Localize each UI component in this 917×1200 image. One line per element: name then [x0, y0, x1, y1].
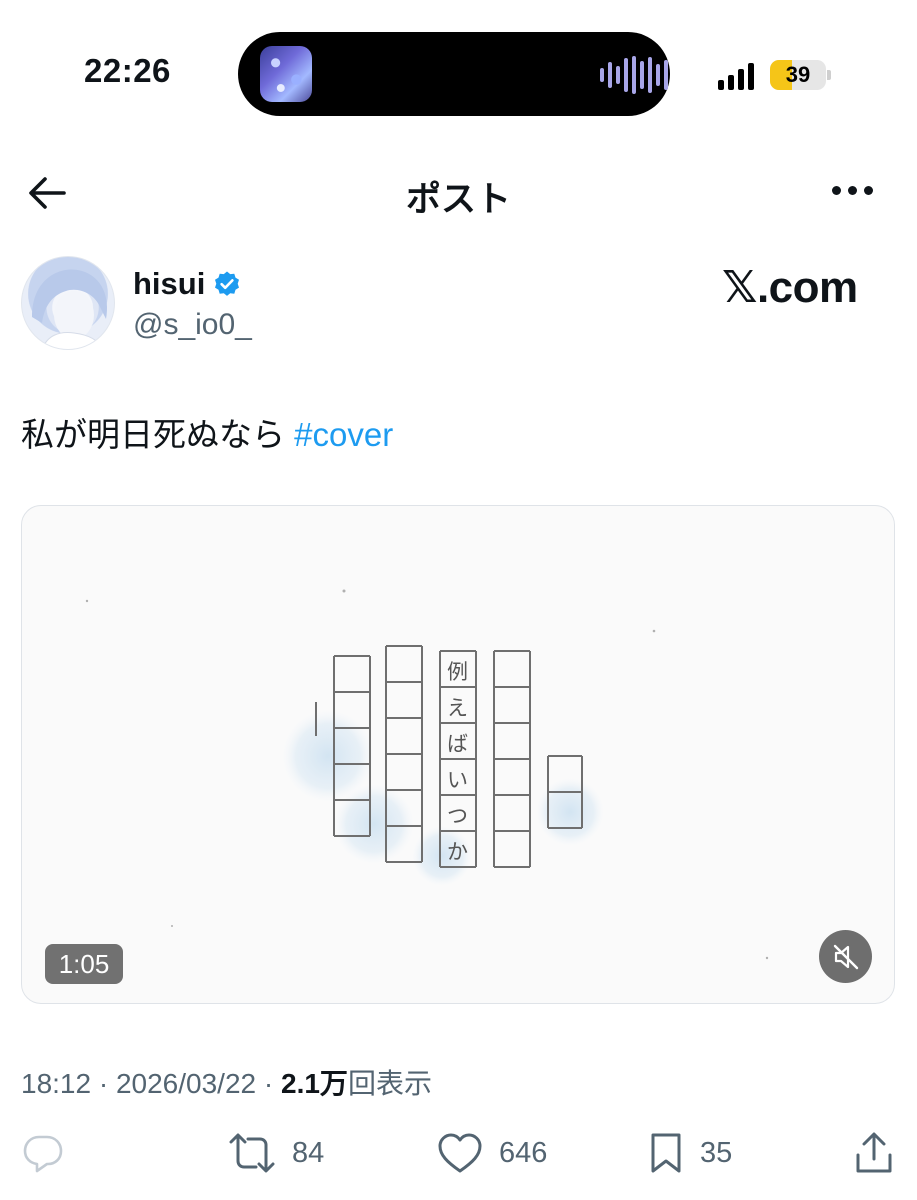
- now-playing-artwork[interactable]: [260, 46, 312, 102]
- avatar-illustration: [32, 269, 107, 349]
- battery-level: 39: [785, 62, 811, 87]
- heart-icon: [438, 1133, 482, 1173]
- bookmark-icon: [651, 1133, 681, 1173]
- more-dot: [864, 186, 873, 195]
- video-player[interactable]: 例えばいつか 1:05: [21, 505, 895, 1004]
- battery-icon: 39: [770, 60, 826, 90]
- reply-button[interactable]: [21, 1130, 65, 1176]
- lyric-char: ば: [447, 732, 468, 756]
- avatar[interactable]: [21, 256, 115, 350]
- verified-badge-icon: [215, 271, 239, 296]
- post-meta: 18:12 · 2026/03/22 · 2.1万回表示: [21, 1062, 432, 1102]
- cellular-signal-icon: [718, 60, 754, 90]
- mute-toggle-button[interactable]: [819, 930, 872, 983]
- speaker-muted-icon: [833, 944, 858, 969]
- views-label: 回表示: [347, 1068, 432, 1099]
- more-dot: [832, 186, 841, 195]
- hashtag-link[interactable]: #cover: [294, 416, 393, 453]
- post-text: 私が明日死ぬなら #cover: [21, 408, 393, 456]
- like-count: 646: [499, 1136, 548, 1169]
- share-button[interactable]: [854, 1130, 894, 1176]
- audio-waveform-icon: [600, 56, 668, 94]
- lyric-char: つ: [447, 804, 468, 828]
- reply-icon: [23, 1135, 63, 1173]
- lyric-char: か: [447, 840, 468, 864]
- share-icon: [856, 1132, 892, 1173]
- bookmark-button[interactable]: 35: [648, 1130, 732, 1176]
- x-com-watermark: 𝕏.com: [722, 263, 858, 312]
- author-name[interactable]: hisui: [133, 266, 205, 302]
- bookmark-count: 35: [700, 1136, 733, 1169]
- post-date: 2026/03/22: [115, 1068, 257, 1099]
- more-options-button[interactable]: [832, 186, 878, 200]
- dynamic-island[interactable]: [238, 32, 670, 116]
- status-time: 22:26: [84, 52, 171, 89]
- lyric-char: 例: [447, 660, 468, 684]
- author-handle[interactable]: @s_io0_: [133, 308, 252, 342]
- video-duration: 1:05: [45, 944, 123, 984]
- repost-count: 84: [292, 1136, 325, 1169]
- views-count: 2.1万: [281, 1068, 348, 1099]
- like-button[interactable]: 646: [437, 1130, 547, 1176]
- battery-tip: [827, 70, 831, 80]
- repost-button[interactable]: 84: [228, 1130, 324, 1176]
- post-body: 私が明日死ぬなら: [21, 416, 285, 453]
- post-time: 18:12: [21, 1068, 92, 1099]
- lyric-char: え: [447, 696, 468, 720]
- more-dot: [848, 186, 857, 195]
- meta-separator: ·: [98, 1068, 109, 1099]
- page-title: ポスト: [405, 180, 511, 219]
- meta-separator: ·: [263, 1068, 274, 1099]
- lyric-char: い: [447, 768, 468, 792]
- repost-icon: [229, 1133, 275, 1173]
